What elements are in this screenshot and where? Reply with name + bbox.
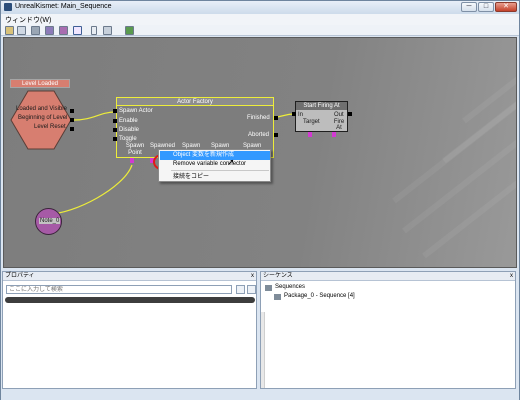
properties-panel-title: プロパティ	[5, 273, 35, 279]
properties-panel: プロパティ x	[2, 271, 257, 389]
sequences-scrollbar[interactable]	[261, 312, 265, 388]
pin-enable[interactable]	[113, 119, 117, 123]
toolbar	[1, 25, 519, 36]
properties-panel-header: プロパティ x	[3, 272, 256, 281]
sequences-root-item[interactable]: Sequences	[275, 284, 305, 290]
wire-level-to-factory	[73, 111, 117, 121]
folder-icon	[265, 285, 272, 291]
ctx-new-object-variable[interactable]: Object 変数を新規作成	[160, 151, 270, 160]
var-fire-at: Fire At	[333, 119, 345, 131]
output-aborted: Aborted	[248, 132, 270, 138]
input-enable: Enable	[119, 118, 138, 124]
sequences-panel-title: シーケンス	[263, 273, 293, 279]
properties-close-button[interactable]: x	[251, 273, 254, 280]
kismet-icon[interactable]	[125, 26, 134, 35]
show-connectors-icon[interactable]	[45, 26, 54, 35]
pin-target[interactable]	[308, 132, 312, 137]
ctx-remove-variable-connector[interactable]: Remove variable connector	[160, 160, 270, 169]
var-target: Target	[303, 119, 320, 125]
title-bar[interactable]: UnrealKismet: Main_Sequence ─ □ ✕	[1, 1, 519, 14]
output-level-reset: Level Reset	[34, 124, 66, 130]
input-spawn-actor: Spawn Actor	[119, 108, 153, 114]
pin-beginning-of-level[interactable]	[70, 118, 74, 122]
ctx-copy-connection[interactable]: 接続をコピー	[160, 173, 270, 182]
output-loaded-visible: Loaded and Visible	[16, 106, 67, 112]
var-spawn-point: Spawn Point	[125, 143, 145, 156]
menu-window[interactable]: ウィンドウ(W)	[5, 15, 51, 25]
pin-aborted[interactable]	[274, 133, 278, 137]
menu-bar: ウィンドウ(W)	[1, 14, 519, 25]
pin-in[interactable]	[292, 112, 296, 116]
pin-loaded-visible[interactable]	[70, 109, 74, 113]
note-variable[interactable]: Note_0	[35, 208, 62, 235]
kismet-window: UnrealKismet: Main_Sequence ─ □ ✕ ウィンドウ(…	[0, 0, 520, 400]
minimize-button[interactable]: ─	[461, 2, 477, 12]
input-toggle: Toggle	[119, 136, 137, 142]
output-beginning-of-level: Beginning of Level	[18, 115, 68, 121]
window-title: UnrealKismet: Main_Sequence	[15, 3, 112, 10]
properties-category-bar[interactable]	[5, 297, 255, 303]
search-icon[interactable]	[59, 26, 68, 35]
sequences-panel-header: シーケンス x	[261, 272, 515, 281]
note-variable-label: Note_0	[39, 218, 61, 224]
sequences-close-button[interactable]: x	[510, 273, 513, 280]
pin-toggle[interactable]	[113, 137, 117, 141]
create-comment-icon[interactable]	[103, 26, 112, 35]
search-icon[interactable]	[236, 285, 245, 294]
actor-factory-title: Actor Factory	[117, 98, 273, 106]
pin-finished[interactable]	[274, 116, 278, 120]
pin-level-reset[interactable]	[70, 127, 74, 131]
input-disable: Disable	[119, 127, 140, 133]
parent-sequence-icon[interactable]	[17, 26, 26, 35]
context-menu-separator	[171, 170, 269, 171]
status-bar	[1, 390, 519, 400]
maximize-button[interactable]: □	[478, 2, 494, 12]
app-icon	[4, 3, 12, 11]
open-sequence-icon[interactable]	[5, 26, 14, 35]
zoom-icon[interactable]	[91, 26, 97, 35]
pin-spawn-actor[interactable]	[113, 109, 117, 113]
clear-search-icon[interactable]	[247, 285, 256, 294]
sequence-icon	[274, 294, 281, 300]
start-firing-title: Start Firing At	[296, 102, 347, 110]
level-loaded-title: Level Loaded	[10, 79, 70, 88]
mouse-cursor-icon: ➚	[227, 157, 235, 167]
pin-fire-at[interactable]	[332, 132, 336, 137]
close-button[interactable]: ✕	[495, 2, 517, 12]
update-icon[interactable]	[73, 26, 82, 35]
hide-connectors-icon[interactable]	[31, 26, 40, 35]
pin-out[interactable]	[348, 112, 352, 116]
pin-disable[interactable]	[113, 128, 117, 132]
properties-search-input[interactable]	[6, 285, 232, 294]
start-firing-at-node[interactable]: Start Firing At In Out Target Fire At	[295, 101, 348, 132]
pin-spawn-point[interactable]	[130, 158, 134, 163]
output-finished: Finished	[247, 115, 270, 121]
input-in: In	[298, 112, 304, 118]
wire-note-to-spawnpoint	[48, 164, 133, 215]
output-out: Out	[334, 112, 344, 118]
sequence-package-item[interactable]: Package_0 - Sequence [4]	[284, 293, 355, 299]
level-loaded-event[interactable]: Level Loaded Loaded and Visible Beginnin…	[10, 79, 72, 150]
context-menu: Object 変数を新規作成 Remove variable connector…	[158, 149, 271, 182]
sequences-panel: シーケンス x Sequences Package_0 - Sequence […	[260, 271, 516, 389]
